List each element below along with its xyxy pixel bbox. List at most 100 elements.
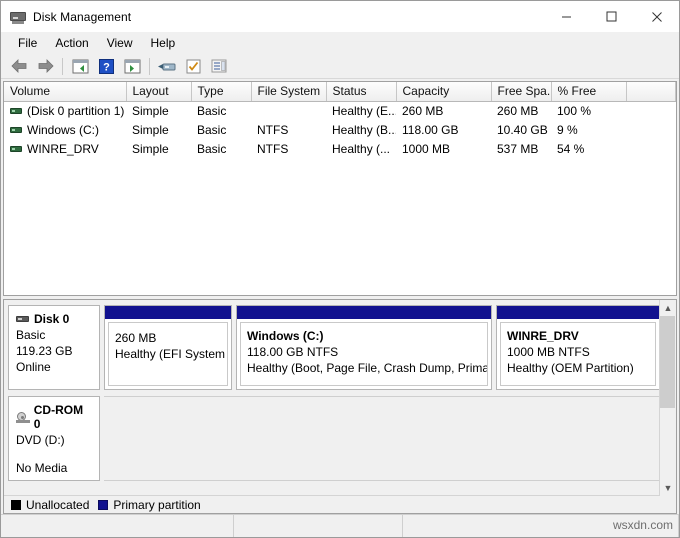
column-header-percent-free[interactable]: % Free bbox=[551, 82, 626, 102]
disk-row-cdrom-0[interactable]: CD-ROM 0 DVD (D:) No Media bbox=[8, 396, 660, 481]
help-button[interactable]: ? bbox=[93, 55, 119, 77]
forward-button[interactable] bbox=[32, 55, 58, 77]
partition-color-bar bbox=[237, 306, 491, 319]
cell-status: Healthy (E... bbox=[326, 102, 396, 121]
disk-icon bbox=[16, 316, 29, 322]
column-header-status[interactable]: Status bbox=[326, 82, 396, 102]
status-bar: wsxdn.com bbox=[1, 514, 679, 537]
minimize-button[interactable] bbox=[544, 1, 589, 32]
graphical-view-pane[interactable]: Disk 0 Basic 119.23 GB Online 260 MB Hea… bbox=[3, 299, 677, 514]
table-row[interactable]: (Disk 0 partition 1) Simple Basic Health… bbox=[4, 102, 676, 121]
cell-volume: (Disk 0 partition 1) bbox=[4, 102, 126, 121]
table-row[interactable]: WINRE_DRV Simple Basic NTFS Healthy (...… bbox=[4, 140, 676, 159]
back-button[interactable] bbox=[6, 55, 32, 77]
up-one-level-button[interactable] bbox=[67, 55, 93, 77]
maximize-button[interactable] bbox=[589, 1, 634, 32]
status-cell-1 bbox=[1, 515, 234, 537]
legend-swatch-unallocated bbox=[11, 500, 21, 510]
column-header-free-space[interactable]: Free Spa... bbox=[491, 82, 551, 102]
disk-type: DVD (D:) bbox=[16, 433, 92, 447]
table-row[interactable]: Windows (C:) Simple Basic NTFS Healthy (… bbox=[4, 121, 676, 140]
cell-volume: Windows (C:) bbox=[4, 121, 126, 140]
disk-info-cdrom-0[interactable]: CD-ROM 0 DVD (D:) No Media bbox=[8, 396, 100, 481]
volume-icon bbox=[10, 146, 22, 152]
column-header-layout[interactable]: Layout bbox=[126, 82, 191, 102]
cdrom-empty-area bbox=[104, 396, 660, 481]
up-one-level-icon bbox=[72, 59, 89, 74]
cell-status: Healthy (B... bbox=[326, 121, 396, 140]
disk-size: 119.23 GB bbox=[16, 344, 92, 358]
table-header-row: Volume Layout Type File System Status Ca… bbox=[4, 82, 676, 102]
toolbar: ? bbox=[1, 54, 679, 79]
partition-details: WINRE_DRV 1000 MB NTFS Healthy (OEM Part… bbox=[500, 322, 656, 386]
show-hide-console-tree-button[interactable] bbox=[119, 55, 145, 77]
scroll-up-icon[interactable]: ▲ bbox=[660, 300, 676, 316]
disk-name: Disk 0 bbox=[16, 312, 92, 326]
cell-volume-label: WINRE_DRV bbox=[27, 142, 99, 156]
volume-table: Volume Layout Type File System Status Ca… bbox=[4, 82, 676, 159]
cell-type: Basic bbox=[191, 140, 251, 159]
column-header-type[interactable]: Type bbox=[191, 82, 251, 102]
scrollbar-thumb[interactable] bbox=[660, 316, 675, 408]
back-arrow-icon bbox=[11, 59, 28, 73]
volume-list-pane[interactable]: Volume Layout Type File System Status Ca… bbox=[3, 81, 677, 296]
menu-item-file[interactable]: File bbox=[9, 34, 46, 52]
toolbar-separator bbox=[62, 58, 63, 75]
status-cell-2 bbox=[234, 515, 403, 537]
column-header-capacity[interactable]: Capacity bbox=[396, 82, 491, 102]
cell-status: Healthy (... bbox=[326, 140, 396, 159]
disk-row-disk-0[interactable]: Disk 0 Basic 119.23 GB Online 260 MB Hea… bbox=[8, 305, 660, 390]
partition-strip-disk-0: 260 MB Healthy (EFI System Part Windows … bbox=[104, 305, 660, 390]
column-header-file-system[interactable]: File System bbox=[251, 82, 326, 102]
window-controls bbox=[544, 1, 679, 32]
cell-type: Basic bbox=[191, 102, 251, 121]
cell-blank bbox=[626, 121, 676, 140]
menu-item-view[interactable]: View bbox=[98, 34, 142, 52]
cell-blank bbox=[626, 140, 676, 159]
cell-free-space: 10.40 GB bbox=[491, 121, 551, 140]
cell-file-system bbox=[251, 102, 326, 121]
cdrom-icon bbox=[16, 412, 30, 423]
properties-icon bbox=[186, 59, 201, 74]
partition-label: WINRE_DRV bbox=[507, 329, 649, 343]
partition-windows-c[interactable]: Windows (C:) 118.00 GB NTFS Healthy (Boo… bbox=[236, 305, 492, 390]
graphical-view-scrollbar[interactable]: ▲ ▼ bbox=[659, 300, 676, 496]
cell-file-system: NTFS bbox=[251, 121, 326, 140]
partition-color-bar bbox=[497, 306, 659, 319]
partition-details: 260 MB Healthy (EFI System Part bbox=[108, 322, 228, 386]
partition-size: 260 MB bbox=[115, 331, 221, 345]
cell-layout: Simple bbox=[126, 102, 191, 121]
cell-blank bbox=[626, 102, 676, 121]
menu-item-help[interactable]: Help bbox=[142, 34, 185, 52]
cell-volume: WINRE_DRV bbox=[4, 140, 126, 159]
rescan-disks-button[interactable] bbox=[154, 55, 180, 77]
legend-item-primary-partition: Primary partition bbox=[98, 498, 200, 512]
disk-info-disk-0[interactable]: Disk 0 Basic 119.23 GB Online bbox=[8, 305, 100, 390]
partition-size: 1000 MB NTFS bbox=[507, 345, 649, 359]
disk-management-window: Disk Management File Action bbox=[0, 0, 680, 538]
legend-item-unallocated: Unallocated bbox=[11, 498, 89, 512]
cell-volume-label: Windows (C:) bbox=[27, 123, 99, 137]
menu-item-action[interactable]: Action bbox=[46, 34, 97, 52]
disk-name-label: CD-ROM 0 bbox=[34, 403, 92, 431]
volume-icon bbox=[10, 127, 22, 133]
help-icon: ? bbox=[99, 59, 114, 74]
close-button[interactable] bbox=[634, 1, 679, 32]
partition-efi[interactable]: 260 MB Healthy (EFI System Part bbox=[104, 305, 232, 390]
cell-layout: Simple bbox=[126, 121, 191, 140]
column-header-blank[interactable] bbox=[626, 82, 676, 102]
cell-free-space: 537 MB bbox=[491, 140, 551, 159]
legend: Unallocated Primary partition bbox=[4, 495, 660, 513]
show-action-pane-icon bbox=[211, 59, 227, 73]
partition-status: Healthy (OEM Partition) bbox=[507, 361, 649, 375]
show-action-pane-button[interactable] bbox=[206, 55, 232, 77]
cell-percent-free: 100 % bbox=[551, 102, 626, 121]
cell-percent-free: 9 % bbox=[551, 121, 626, 140]
column-header-volume[interactable]: Volume bbox=[4, 82, 126, 102]
cell-volume-label: (Disk 0 partition 1) bbox=[27, 104, 124, 118]
partition-color-bar bbox=[105, 306, 231, 319]
scroll-down-icon[interactable]: ▼ bbox=[660, 480, 676, 496]
cell-capacity: 260 MB bbox=[396, 102, 491, 121]
properties-button[interactable] bbox=[180, 55, 206, 77]
partition-winre-drv[interactable]: WINRE_DRV 1000 MB NTFS Healthy (OEM Part… bbox=[496, 305, 660, 390]
